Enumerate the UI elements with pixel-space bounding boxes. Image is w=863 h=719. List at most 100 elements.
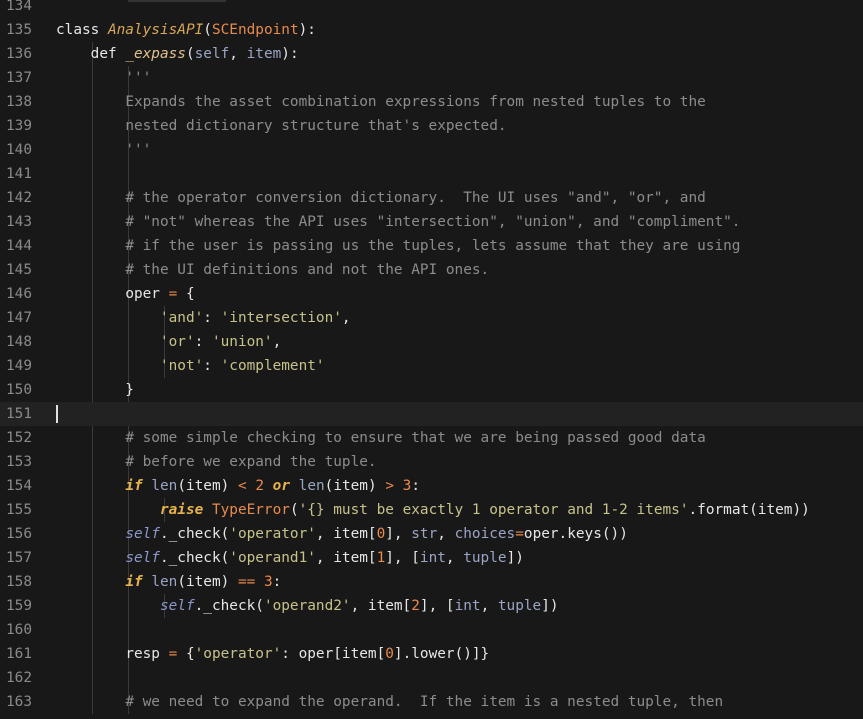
code-token: '{} must be exactly 1 operator and 1-2 i… [298,502,689,518]
code-line[interactable]: 142 # the operator conversion dictionary… [0,186,863,210]
code-line[interactable]: 153 # before we expand the tuple. [0,450,863,474]
code-line[interactable]: 139 nested dictionary structure that's e… [0,114,863,138]
code-token: # we need to expand the operand. If the … [125,694,724,710]
code-token: # "not" whereas the API uses "intersecti… [125,214,741,230]
code-token: def [90,46,126,62]
code-token: item [246,46,282,62]
code-token: , item[ [315,550,377,566]
line-number: 136 [6,46,32,62]
code-token: : [194,334,212,350]
code-token: { [177,646,195,662]
code-token: , item[ [315,526,377,542]
code-token: (item) [324,478,386,494]
code-token: len [151,574,178,590]
code-line[interactable]: 149 'not': 'complement' [0,354,863,378]
code-line[interactable]: 159 self._check('operand2', item[2], [in… [0,594,863,618]
code-token: len [151,478,178,494]
code-token: self [159,598,195,614]
code-line[interactable]: 141 [0,162,863,186]
line-number: 137 [6,70,32,86]
code-token: int [419,550,446,566]
code-line[interactable]: 137 ''' [0,66,863,90]
code-token: : [272,574,282,590]
code-text: self._check('operator', item[0], str, ch… [56,522,628,546]
code-line[interactable]: 147 'and': 'intersection', [0,306,863,330]
code-token: 'not' [159,358,204,374]
line-number: 147 [6,310,32,326]
code-token: : oper[item[ [281,646,386,662]
code-token: self [125,526,160,542]
code-token: resp [125,646,169,662]
code-token: nested dictionary structure that's expec… [125,118,507,134]
code-line[interactable]: 161 resp = {'operator': oper[item[0].low… [0,642,863,666]
code-token: > [385,478,394,494]
code-text: ''' [56,138,151,162]
code-line[interactable]: 152 # some simple checking to ensure tha… [0,426,863,450]
code-text: class AnalysisAPI(SCEndpoint): [56,18,316,42]
indent-guide [128,618,129,642]
code-line[interactable]: 143 # "not" whereas the API uses "inters… [0,210,863,234]
code-token: AnalysisAPI [107,22,204,38]
code-line[interactable]: 151 [0,402,863,426]
line-number: 146 [6,286,32,302]
code-token: , [229,46,247,62]
code-line[interactable]: 150 } [0,378,863,402]
code-line[interactable]: 138 Expands the asset combination expres… [0,90,863,114]
code-line[interactable]: 156 self._check('operator', item[0], str… [0,522,863,546]
code-line[interactable]: 140 ''' [0,138,863,162]
code-text: 'and': 'intersection', [56,306,351,330]
code-editor[interactable]: 134 135 class AnalysisAPI(SCEndpoint): 136 … [0,0,863,714]
code-line[interactable]: 136 def _expass(self, item): [0,42,863,66]
code-token: ''' [125,142,152,158]
code-line[interactable]: 160 [0,618,863,642]
code-token: ], [ [385,550,420,566]
code-text: nested dictionary structure that's expec… [56,114,507,138]
code-line[interactable]: 154 if len(item) < 2 or len(item) > 3: [0,474,863,498]
code-text: raise TypeError('{} must be exactly 1 op… [56,498,810,522]
code-token: or [272,478,299,494]
code-line[interactable]: 157 self._check('operand1', item[1], [in… [0,546,863,570]
code-line[interactable]: 148 'or': 'union', [0,330,863,354]
code-token: 'operator' [229,526,316,542]
code-token: 2 [411,598,420,614]
code-token: class [56,22,108,38]
code-token: = [168,646,178,662]
code-token: # before we expand the tuple. [125,454,377,470]
code-token: # if the user is passing us the tuples, … [125,238,741,254]
code-token: , [445,550,464,566]
line-number: 151 [6,406,32,422]
code-token: 0 [376,526,386,542]
text-cursor [56,405,58,423]
code-line[interactable]: 163 # we need to expand the operand. If … [0,690,863,714]
code-line[interactable]: 146 oper = { [0,282,863,306]
code-token: self [194,46,230,62]
code-line[interactable]: 134 [0,0,863,18]
code-token: 'operator' [194,646,282,662]
code-text: 'not': 'complement' [56,354,325,378]
code-token: # the UI definitions and not the API one… [125,262,490,278]
code-line[interactable]: 162 [0,666,863,690]
line-number: 143 [6,214,32,230]
code-line[interactable]: 155 raise TypeError('{} must be exactly … [0,498,863,522]
code-line[interactable]: 158 if len(item) == 3: [0,570,863,594]
code-line[interactable]: 145 # the UI definitions and not the API… [0,258,863,282]
code-token: 3 [263,574,273,590]
code-token: ._check( [159,526,230,542]
code-text: } [56,378,134,402]
line-number: 150 [6,382,32,398]
code-line[interactable]: 135 class AnalysisAPI(SCEndpoint): [0,18,863,42]
code-token: self [125,550,160,566]
code-token: oper.keys()) [523,526,628,542]
code-line[interactable]: 144 # if the user is passing us the tupl… [0,234,863,258]
line-number: 141 [6,166,32,182]
